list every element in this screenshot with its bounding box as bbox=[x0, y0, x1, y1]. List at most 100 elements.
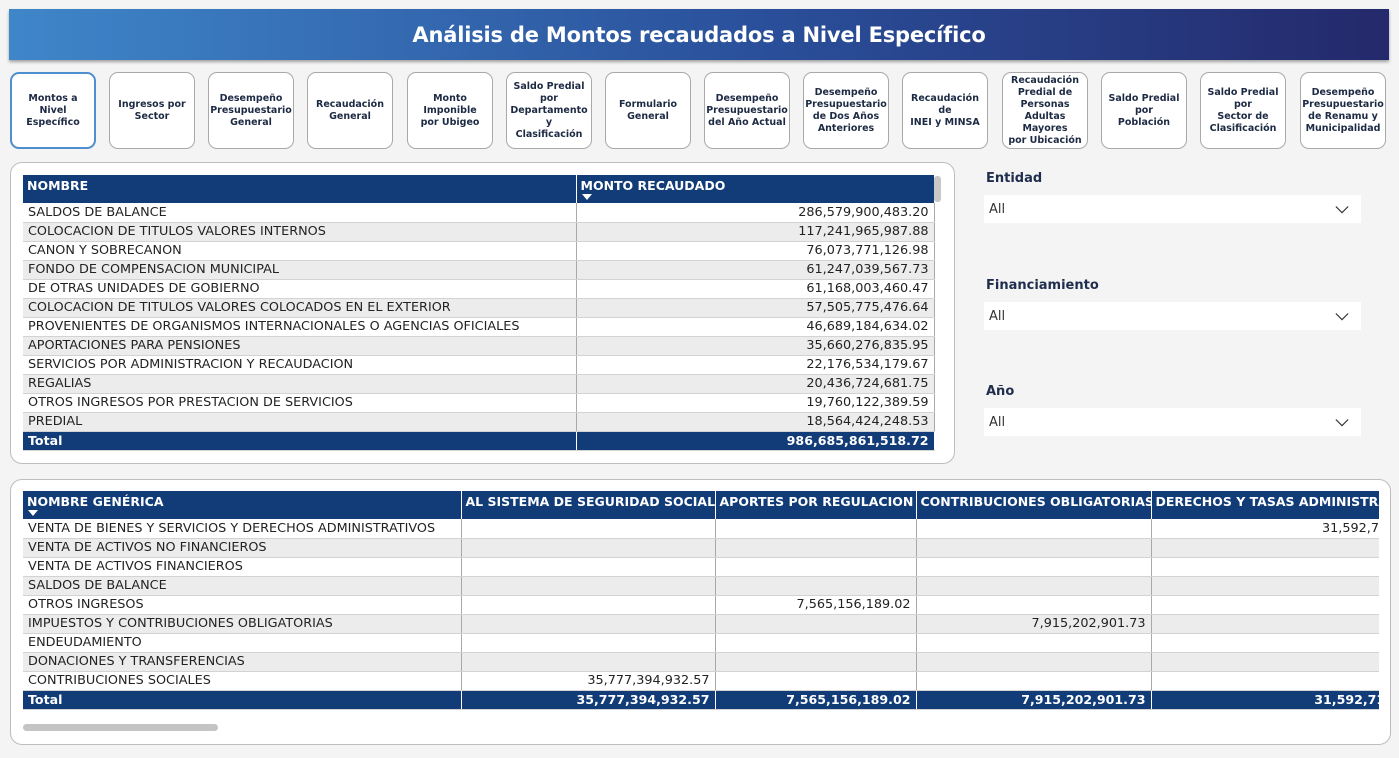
table-row[interactable]: SALDOS DE BALANCE bbox=[23, 576, 1379, 596]
amount-cell: 18,564,424,248.53 bbox=[576, 412, 935, 432]
amount-cell bbox=[461, 519, 716, 539]
row-name-cell: PROVENIENTES DE ORGANISMOS INTERNACIONAL… bbox=[23, 317, 577, 337]
table-row[interactable]: APORTACIONES PARA PENSIONES 35,660,276,83… bbox=[23, 336, 935, 356]
table-row[interactable]: CANON Y SOBRECANON 76,073,771,126.98 bbox=[23, 241, 935, 261]
amount-cell bbox=[715, 614, 917, 634]
column-header[interactable]: CONTRIBUCIONES OBLIGATORIAS bbox=[916, 491, 1152, 519]
nav-button-6[interactable]: Saldo Predial por Departamento y Clasifi… bbox=[506, 72, 592, 149]
nav-button-9[interactable]: Desempeño Presupuestario de Dos Años Ant… bbox=[803, 72, 889, 149]
filter-dropdown[interactable]: All bbox=[984, 195, 1361, 223]
nav-button-8[interactable]: Desempeño Presupuestario del Año Actual bbox=[704, 72, 790, 149]
total-label: Total bbox=[23, 431, 577, 451]
amount-cell bbox=[715, 538, 917, 558]
amount-cell bbox=[916, 671, 1152, 691]
table-row[interactable]: OTROS INGRESOS POR PRESTACION DE SERVICI… bbox=[23, 393, 935, 413]
nav-button-1[interactable]: Montos a Nivel Específico bbox=[10, 72, 96, 149]
amount-cell: 35,777,394,932.57 bbox=[461, 671, 716, 691]
amount-cell bbox=[461, 652, 716, 672]
amount-cell bbox=[461, 614, 716, 634]
table-row[interactable]: SALDOS DE BALANCE 286,579,900,483.20 bbox=[23, 203, 935, 223]
total-value: 7,565,156,189.02 bbox=[715, 690, 917, 710]
total-value: 986,685,861,518.72 bbox=[576, 431, 935, 451]
row-name-cell: SERVICIOS POR ADMINISTRACION Y RECAUDACI… bbox=[23, 355, 577, 375]
column-header[interactable]: NOMBRE GENÉRICA bbox=[23, 491, 462, 519]
table-row[interactable]: CONTRIBUCIONES SOCIALES 35,777,394,932.57 bbox=[23, 671, 1379, 691]
row-name-cell: REGALIAS bbox=[23, 374, 577, 394]
row-name-cell: COLOCACION DE TITULOS VALORES COLOCADOS … bbox=[23, 298, 577, 318]
table-row[interactable]: SERVICIOS POR ADMINISTRACION Y RECAUDACI… bbox=[23, 355, 935, 375]
nav-button-2[interactable]: Ingresos por Sector bbox=[109, 72, 195, 149]
nav-button-3[interactable]: Desempeño Presupuestario General bbox=[208, 72, 294, 149]
total-row: Total 35,777,394,932.57 7,565,156,189.02 7,… bbox=[23, 690, 1379, 710]
row-name-cell: APORTACIONES PARA PENSIONES bbox=[23, 336, 577, 356]
amount-cell: 46,689,184,634.02 bbox=[576, 317, 935, 337]
table-row[interactable]: REGALIAS 20,436,724,681.75 bbox=[23, 374, 935, 394]
amount-cell bbox=[916, 538, 1152, 558]
filter-label: Entidad bbox=[986, 171, 1043, 186]
amount-cell: 76,073,771,126.98 bbox=[576, 241, 935, 261]
amount-cell: 7,565,156,189.02 bbox=[715, 595, 917, 615]
row-name-cell: CANON Y SOBRECANON bbox=[23, 241, 577, 261]
nav-button-14[interactable]: Desempeño Presupuestario de Renamu y Mun… bbox=[1300, 72, 1386, 149]
amount-cell: 57,505,775,476.64 bbox=[576, 298, 935, 318]
table-row[interactable]: VENTA DE ACTIVOS NO FINANCIEROS bbox=[23, 538, 1379, 558]
amount-cell: 7,915,202,901.73 bbox=[916, 614, 1152, 634]
filter-dropdown[interactable]: All bbox=[984, 302, 1361, 330]
row-name-cell: COLOCACION DE TITULOS VALORES INTERNOS bbox=[23, 222, 577, 242]
column-header[interactable]: NOMBRE bbox=[23, 175, 577, 203]
page-navigation: Montos a Nivel Específico Ingresos por Se… bbox=[10, 72, 1392, 152]
table-row[interactable]: OTROS INGRESOS 7,565,156,189.02 bbox=[23, 595, 1379, 615]
table-row[interactable]: VENTA DE ACTIVOS FINANCIEROS bbox=[23, 557, 1379, 577]
amount-cell bbox=[461, 633, 716, 653]
table-row[interactable]: DE OTRAS UNIDADES DE GOBIERNO 61,168,003,… bbox=[23, 279, 935, 299]
row-name-cell: PREDIAL bbox=[23, 412, 577, 432]
amount-cell bbox=[715, 576, 917, 596]
nav-button-12[interactable]: Saldo Predial por Población bbox=[1101, 72, 1187, 149]
row-name-cell: CONTRIBUCIONES SOCIALES bbox=[23, 671, 462, 691]
table-row[interactable]: PREDIAL 18,564,424,248.53 bbox=[23, 412, 935, 432]
column-header[interactable]: APORTES POR REGULACION bbox=[715, 491, 917, 519]
nav-button-5[interactable]: Monto Imponible por Ubigeo bbox=[407, 72, 493, 149]
filter-dropdown[interactable]: All bbox=[984, 408, 1361, 436]
column-header[interactable]: AL SISTEMA DE SEGURIDAD SOCIAL bbox=[461, 491, 716, 519]
table-row[interactable]: ENDEUDAMIENTO bbox=[23, 633, 1379, 653]
amount-cell: 20,436,724,681.75 bbox=[576, 374, 935, 394]
row-name-cell: OTROS INGRESOS POR PRESTACION DE SERVICI… bbox=[23, 393, 577, 413]
amount-cell bbox=[715, 633, 917, 653]
total-row: Total 986,685,861,518.72 bbox=[23, 431, 935, 451]
amount-cell: 117,241,965,987.88 bbox=[576, 222, 935, 242]
vertical-scrollbar[interactable] bbox=[934, 176, 941, 202]
horizontal-scrollbar[interactable] bbox=[23, 724, 218, 731]
row-name-cell: OTROS INGRESOS bbox=[23, 595, 462, 615]
filter-label: Año bbox=[986, 384, 1015, 399]
nav-button-4[interactable]: Recaudación General bbox=[307, 72, 393, 149]
amount-cell bbox=[715, 519, 917, 539]
sort-desc-icon[interactable] bbox=[582, 194, 592, 200]
row-name-cell: VENTA DE BIENES Y SERVICIOS Y DERECHOS A… bbox=[23, 519, 462, 539]
top-table-panel: NOMBRE MONTO RECAUDADO SALDOS DE BALANCE 2… bbox=[10, 162, 955, 464]
table-row[interactable]: DONACIONES Y TRANSFERENCIAS bbox=[23, 652, 1379, 672]
sort-desc-icon[interactable] bbox=[28, 510, 38, 516]
amount-cell bbox=[1151, 538, 1379, 558]
nombre-generica-matrix: NOMBRE GENÉRICA AL SISTEMA DE SEGURIDAD S… bbox=[23, 491, 1379, 710]
amount-cell: 19,760,122,389.59 bbox=[576, 393, 935, 413]
filter-label: Financiamiento bbox=[986, 278, 1099, 293]
table-row[interactable]: PROVENIENTES DE ORGANISMOS INTERNACIONAL… bbox=[23, 317, 935, 337]
amount-cell bbox=[916, 633, 1152, 653]
amount-cell bbox=[1151, 671, 1379, 691]
nav-button-10[interactable]: Recaudación de INEI y MINSA bbox=[902, 72, 988, 149]
table-row[interactable]: IMPUESTOS Y CONTRIBUCIONES OBLIGATORIAS 7… bbox=[23, 614, 1379, 634]
row-name-cell: SALDOS DE BALANCE bbox=[23, 576, 462, 596]
column-header[interactable]: DERECHOS Y TASAS ADMINISTRA bbox=[1151, 491, 1379, 519]
column-header[interactable]: MONTO RECAUDADO bbox=[576, 175, 935, 203]
nav-button-11[interactable]: Recaudación Predial de Personas Adultas … bbox=[1002, 72, 1088, 149]
amount-cell: 286,579,900,483.20 bbox=[576, 203, 935, 223]
table-row[interactable]: COLOCACION DE TITULOS VALORES INTERNOS 11… bbox=[23, 222, 935, 242]
amount-cell bbox=[461, 595, 716, 615]
table-row[interactable]: FONDO DE COMPENSACION MUNICIPAL 61,247,03… bbox=[23, 260, 935, 280]
nav-button-13[interactable]: Saldo Predial por Sector de Clasificació… bbox=[1200, 72, 1286, 149]
table-row[interactable]: VENTA DE BIENES Y SERVICIOS Y DERECHOS A… bbox=[23, 519, 1379, 539]
table-row[interactable]: COLOCACION DE TITULOS VALORES COLOCADOS … bbox=[23, 298, 935, 318]
matrix-viewport: NOMBRE GENÉRICA AL SISTEMA DE SEGURIDAD S… bbox=[23, 491, 1379, 713]
nav-button-7[interactable]: Formulario General bbox=[605, 72, 691, 149]
